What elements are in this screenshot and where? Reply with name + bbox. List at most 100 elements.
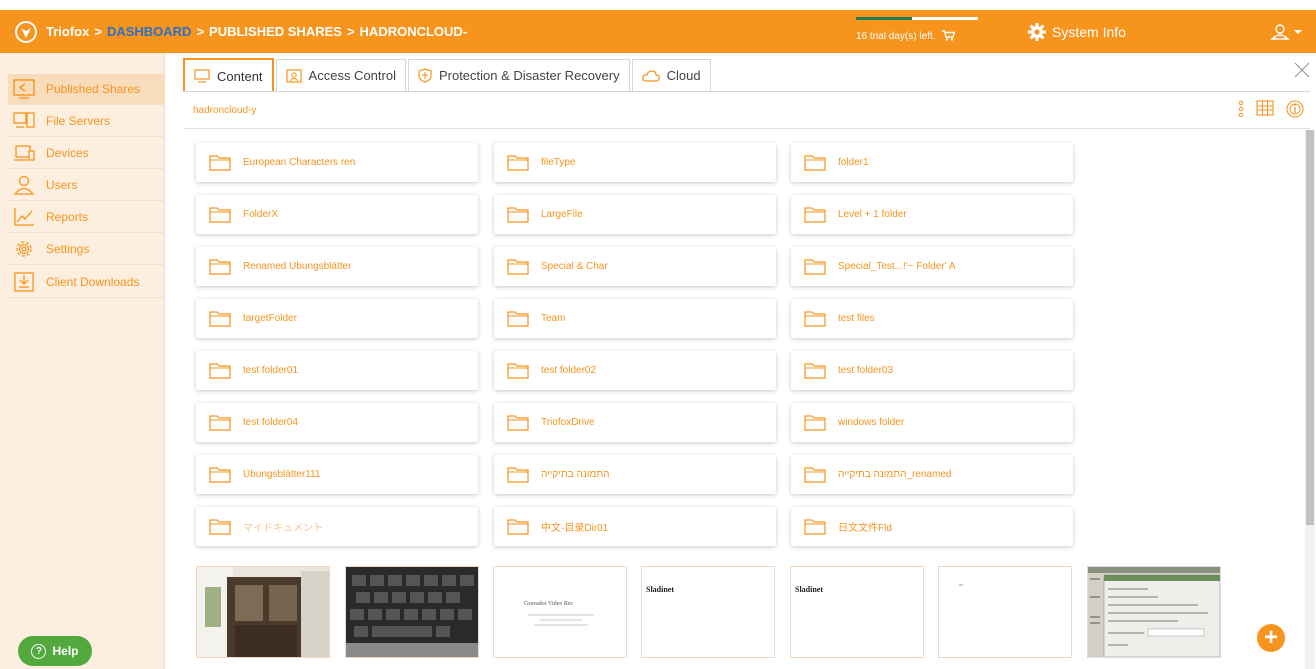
- folder-item[interactable]: Level + 1 folder: [791, 195, 1073, 234]
- file-thumbnail-sladinet-2[interactable]: Sladinet: [790, 566, 924, 658]
- sidebar-item-file-servers[interactable]: File Servers: [8, 106, 165, 137]
- folder-item[interactable]: test folder02: [494, 351, 776, 390]
- breadcrumb-published-shares[interactable]: PUBLISHED SHARES: [209, 24, 342, 39]
- document-heading: Sladinet: [795, 585, 824, 594]
- published-shares-icon: [12, 78, 36, 100]
- tab-content[interactable]: Content: [183, 58, 274, 92]
- breadcrumb-hadroncloud[interactable]: HADRONCLOUD-: [360, 24, 468, 39]
- file-thumbnail-blank-document[interactable]: [938, 566, 1072, 658]
- file-thumbnail-sladinet-1[interactable]: Sladinet: [641, 566, 775, 658]
- blank-document-image: [959, 584, 963, 586]
- trial-status[interactable]: 16 trial day(s) left.: [856, 30, 956, 42]
- folder-item[interactable]: Special & Char: [494, 247, 776, 286]
- folder-item[interactable]: התמונה בתיקייה: [494, 455, 776, 494]
- sidebar-item-label: Settings: [46, 242, 90, 256]
- trial-progress-fill: [856, 17, 912, 20]
- folder-icon: [507, 155, 529, 171]
- tab-label: Access Control: [308, 68, 396, 83]
- folder-item[interactable]: LargeFile: [494, 195, 776, 234]
- folder-name: LargeFile: [541, 209, 583, 220]
- sidebar-item-client-downloads[interactable]: Client Downloads: [8, 267, 165, 298]
- folder-item[interactable]: マイドキュメント: [196, 507, 478, 546]
- folder-name: 中文-目录Dir01: [541, 523, 609, 534]
- folder-icon: [209, 155, 231, 171]
- folder-icon: [507, 415, 529, 431]
- sidebar-item-reports[interactable]: Reports: [8, 202, 165, 233]
- brand-name[interactable]: Triofox: [46, 24, 89, 39]
- folder-icon: [804, 467, 826, 483]
- folder-icon: [209, 207, 231, 223]
- folder-item[interactable]: fileType: [494, 143, 776, 182]
- folder-icon: [209, 311, 231, 327]
- shield-icon: [418, 68, 432, 83]
- folder-name: Level + 1 folder: [838, 209, 907, 220]
- reports-icon: [12, 206, 36, 228]
- users-icon: [12, 174, 36, 196]
- folder-icon: [804, 259, 826, 275]
- folder-name: test folder01: [243, 365, 299, 376]
- sidebar-item-label: Users: [46, 178, 78, 192]
- settings-icon: [12, 238, 36, 260]
- folder-icon: [804, 207, 826, 223]
- tab-protection-disaster-recovery[interactable]: Protection & Disaster Recovery: [407, 59, 630, 91]
- sidebar-item-published-shares[interactable]: Published Shares: [8, 74, 165, 105]
- folder-icon: [804, 155, 826, 171]
- folder-item[interactable]: Übungsblätter111: [196, 455, 478, 494]
- folder-item[interactable]: windows folder: [791, 403, 1073, 442]
- help-button[interactable]: ? Help: [18, 636, 92, 666]
- tab-cloud[interactable]: Cloud: [631, 59, 711, 91]
- folder-item[interactable]: FolderX: [196, 195, 478, 234]
- folder-name: test folder03: [838, 365, 894, 376]
- folder-name: test files: [838, 313, 875, 324]
- sidebar-item-users[interactable]: Users: [8, 170, 165, 201]
- folder-item[interactable]: TriofoxDrive: [494, 403, 776, 442]
- folder-item[interactable]: folder1: [791, 143, 1073, 182]
- folder-item[interactable]: 中文-目录Dir01: [494, 507, 776, 546]
- folder-icon: [507, 259, 529, 275]
- folder-name: TriofoxDrive: [541, 417, 595, 428]
- folder-name: Special_Test...!'~ Folder' A: [838, 261, 956, 272]
- file-thumbnail-room-photo[interactable]: [196, 566, 330, 658]
- folder-item[interactable]: test files: [791, 299, 1073, 338]
- file-thumbnail-document[interactable]: Gravador Video Rec: [493, 566, 627, 658]
- cloud-icon: [641, 69, 660, 82]
- sidebar-item-settings[interactable]: Settings: [8, 234, 165, 265]
- tab-label: Content: [217, 68, 263, 84]
- folder-icon: [804, 415, 826, 431]
- system-info-button[interactable]: System Info: [1028, 23, 1126, 41]
- folder-name: התמונה בתיקייה_renamed: [838, 469, 952, 480]
- cart-icon[interactable]: [942, 30, 956, 41]
- folder-name: European Characters ren: [243, 157, 356, 168]
- scrollbar-thumb[interactable]: [1306, 130, 1314, 525]
- top-bar: Triofox > DASHBOARD > PUBLISHED SHARES > HADRO…: [0, 10, 1316, 53]
- folder-item[interactable]: התמונה בתיקייה_renamed: [791, 455, 1073, 494]
- breadcrumb: Triofox > DASHBOARD > PUBLISHED SHARES > HADRO…: [46, 24, 468, 39]
- more-options-icon[interactable]: [1238, 100, 1244, 118]
- folder-item[interactable]: Renamed Übungsblätter: [196, 247, 478, 286]
- folder-item[interactable]: Special_Test...!'~ Folder' A: [791, 247, 1073, 286]
- file-servers-icon: [12, 110, 36, 132]
- file-thumbnail-screenshot[interactable]: [1087, 566, 1221, 658]
- file-thumbnail-keyboard-photo[interactable]: [345, 566, 479, 658]
- system-info-label: System Info: [1052, 24, 1126, 40]
- grid-view-icon[interactable]: [1256, 100, 1274, 116]
- folder-name: windows folder: [838, 417, 905, 428]
- folder-item[interactable]: 日文文件Fld: [791, 507, 1073, 546]
- folder-name: 日文文件Fld: [838, 523, 892, 534]
- folder-item[interactable]: Team: [494, 299, 776, 338]
- user-menu-icon[interactable]: [1268, 22, 1308, 42]
- folder-item[interactable]: test folder01: [196, 351, 478, 390]
- tab-access-control[interactable]: Access Control: [275, 59, 406, 91]
- sidebar-item-devices[interactable]: Devices: [8, 138, 165, 169]
- folder-item[interactable]: targetFolder: [196, 299, 478, 338]
- close-icon[interactable]: [1294, 62, 1310, 78]
- info-icon[interactable]: [1286, 100, 1304, 118]
- tab-label: Protection & Disaster Recovery: [438, 68, 620, 83]
- client-downloads-icon: [12, 271, 36, 293]
- breadcrumb-dashboard[interactable]: DASHBOARD: [107, 24, 192, 39]
- folder-icon: [804, 363, 826, 379]
- folder-item[interactable]: test folder04: [196, 403, 478, 442]
- folder-item[interactable]: European Characters ren: [196, 143, 478, 182]
- folder-item[interactable]: test folder03: [791, 351, 1073, 390]
- add-button[interactable]: +: [1257, 624, 1285, 652]
